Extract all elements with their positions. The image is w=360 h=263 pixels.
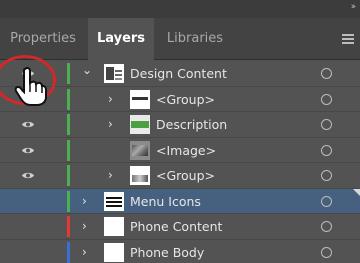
eye-icon [22,121,34,128]
layer-row[interactable]: › Description [0,112,360,138]
chevron-right-icon[interactable]: › [108,117,120,131]
target-icon[interactable] [321,195,332,207]
chevron-down-icon[interactable]: ⌄ [82,63,94,77]
tab-layers[interactable]: Layers [88,18,154,61]
layer-color-bar [67,216,70,237]
panel-top-strip: ›› [0,0,360,18]
panel-tab-bar: Properties Layers Libraries [0,18,360,61]
layer-row[interactable]: › Menu Icons [0,188,360,214]
layer-row[interactable]: › <Group> [0,163,360,189]
layers-list: ⌄ Design Content › <Group> › Description <Imag… [0,61,360,263]
layer-thumbnail [130,166,150,185]
layer-row[interactable]: › Phone Content [0,214,360,240]
target-icon[interactable] [321,119,332,130]
layer-color-bar [67,165,70,186]
layer-name: <Group> [156,168,216,183]
visibility-toggle[interactable] [0,112,58,137]
layer-color-bar [67,63,70,84]
layer-name: Phone Content [130,219,223,234]
visibility-toggle[interactable] [0,163,58,188]
layer-row[interactable]: › <Group> [0,87,360,112]
layer-row[interactable]: <Image> [0,138,360,163]
tab-properties[interactable]: Properties [0,18,86,60]
layer-thumbnail [130,89,150,109]
layer-color-bar [67,88,70,110]
chevron-right-icon[interactable]: › [108,168,120,182]
layer-name: <Image> [156,142,217,158]
collapse-panels-icon[interactable]: ›› [351,2,356,12]
visibility-toggle[interactable] [0,138,58,163]
layer-thumbnail [130,115,150,134]
layer-name: <Group> [156,91,216,107]
layer-thumbnail [130,140,150,160]
layer-name: Description [156,117,228,132]
layer-color-bar [67,139,70,161]
target-icon[interactable] [321,170,332,181]
hand-pointer-icon [14,66,47,106]
layer-color-bar [67,190,70,212]
chevron-right-icon[interactable]: › [82,245,94,259]
visibility-toggle[interactable] [0,189,58,214]
eye-icon [22,147,34,153]
layer-row[interactable]: › Phone Body [0,240,360,263]
selection-indicator [353,188,360,196]
eye-icon [22,172,34,179]
panel-menu-icon[interactable] [342,34,354,44]
tab-libraries[interactable]: Libraries [160,18,230,60]
layer-name: Phone Body [130,244,205,260]
layer-thumbnail [104,217,124,236]
layers-panel: ›› Properties Layers Libraries ⌄ Design C… [0,0,360,263]
layer-thumbnail [104,242,124,262]
target-icon[interactable] [321,144,332,156]
visibility-toggle[interactable] [0,240,58,263]
layer-thumbnail [104,64,124,83]
visibility-toggle[interactable] [0,214,58,239]
layer-color-bar [67,114,70,135]
layer-thumbnail [104,191,124,211]
target-icon[interactable] [321,221,332,232]
target-icon[interactable] [321,68,332,79]
target-icon[interactable] [321,246,332,258]
target-icon[interactable] [321,93,332,105]
layer-name: Design Content [130,66,227,81]
chevron-right-icon[interactable]: › [82,219,94,233]
chevron-right-icon[interactable]: › [108,92,120,106]
chevron-right-icon[interactable]: › [82,194,94,208]
layer-name: Menu Icons [130,193,201,209]
layer-color-bar [67,241,70,263]
